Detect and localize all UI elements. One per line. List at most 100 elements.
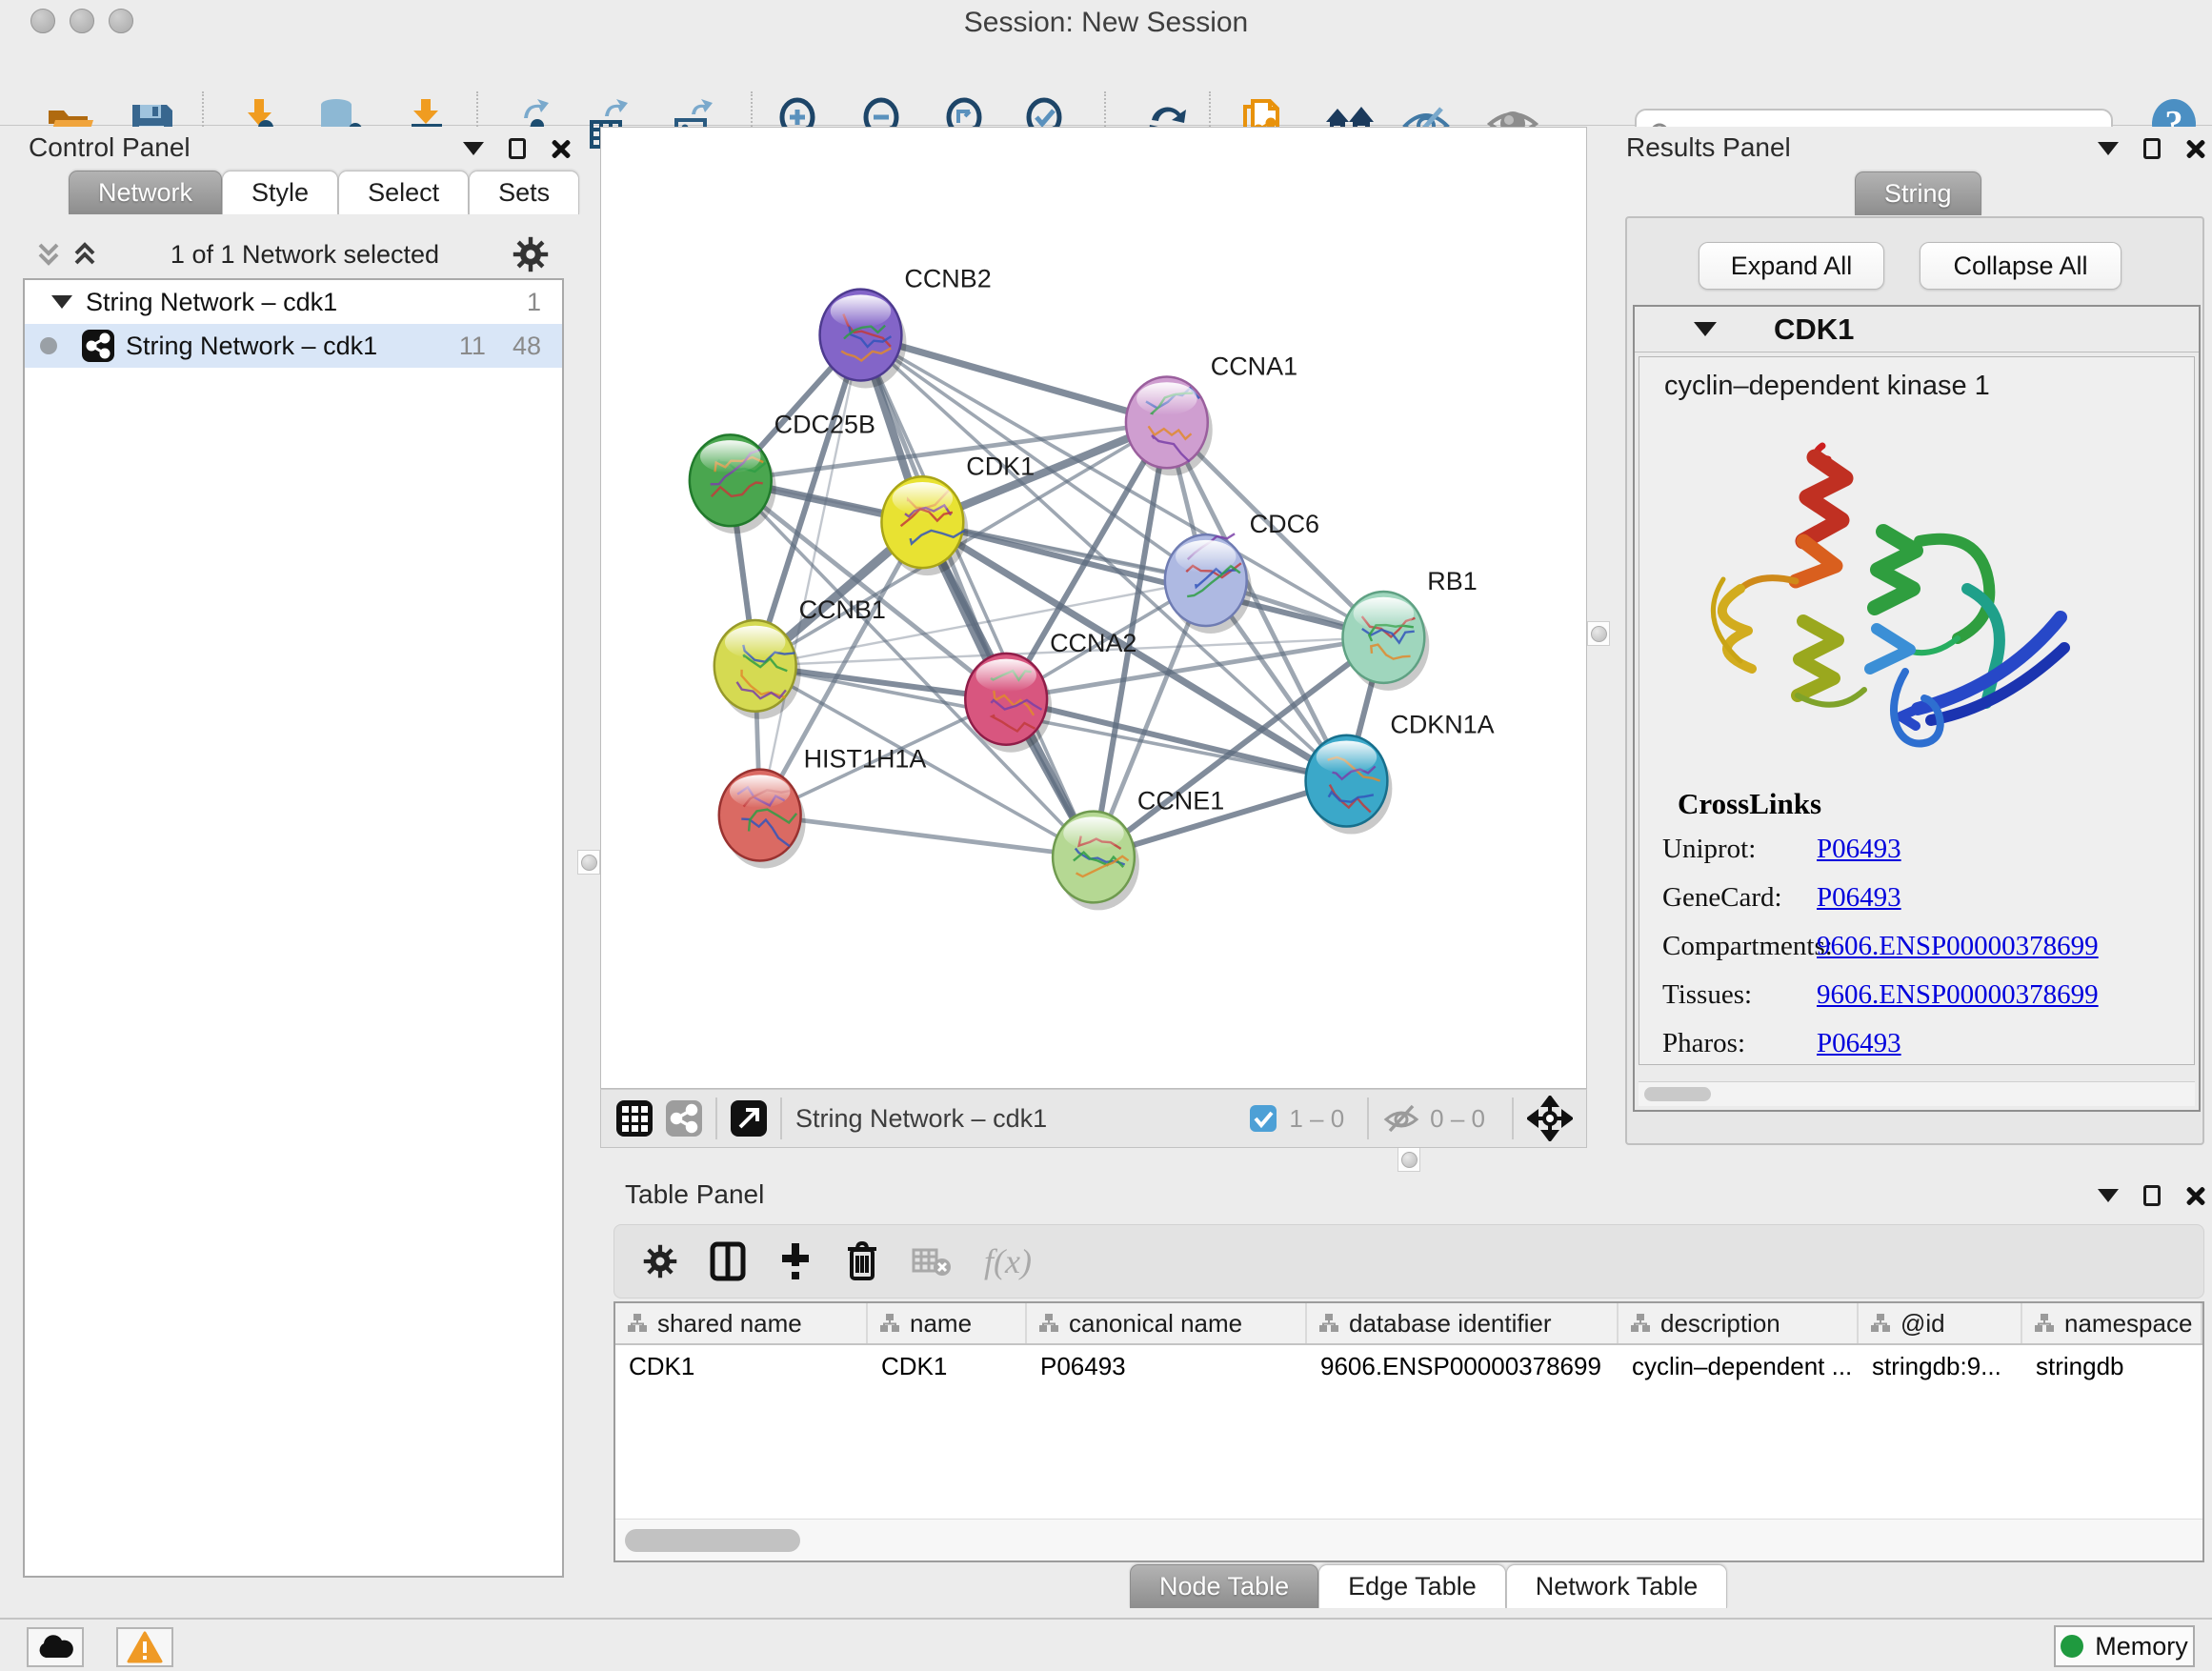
table-horizontal-scrollbar[interactable] (615, 1519, 2202, 1560)
column-header-canonical-name[interactable]: canonical name (1027, 1303, 1307, 1343)
results-panel: Results Panel String Expand All Collapse… (1619, 127, 2212, 1172)
column-header-description[interactable]: description (1619, 1303, 1859, 1343)
gear-icon[interactable] (643, 1244, 677, 1278)
add-column-icon[interactable] (778, 1241, 813, 1281)
bottom-splitter-grip[interactable] (1398, 1147, 1420, 1172)
network-node-HIST1H1A[interactable] (719, 770, 806, 869)
tree-collapse-icon[interactable] (51, 295, 72, 309)
crosslink-value-link[interactable]: P06493 (1817, 882, 1901, 914)
column-network-icon (1630, 1313, 1651, 1334)
tab-node-table[interactable]: Node Table (1130, 1564, 1318, 1608)
network-tree-child-row[interactable]: String Network – cdk1 11 48 (25, 324, 562, 368)
string-results-container: Expand All Collapse All CDK1 cyclin–depe… (1625, 216, 2204, 1145)
table-cell[interactable]: 9606.ENSP00000378699 (1307, 1345, 1619, 1387)
column-network-icon (1038, 1313, 1059, 1334)
table-cell[interactable]: CDK1 (615, 1345, 868, 1387)
window-title: Session: New Session (0, 7, 2212, 39)
section-collapse-icon[interactable] (1694, 322, 1717, 336)
crosslink-value-link[interactable]: P06493 (1817, 1028, 1901, 1059)
tab-sets[interactable]: Sets (469, 171, 579, 214)
table-row[interactable]: CDK1CDK1P064939606.ENSP00000378699cyclin… (615, 1345, 2202, 1387)
table-cell[interactable]: cyclin–dependent ... (1619, 1345, 1859, 1387)
network-edge[interactable] (760, 815, 1094, 857)
grid-view-icon[interactable] (616, 1100, 653, 1137)
expand-all-chevron-icon[interactable] (72, 241, 97, 268)
memory-button[interactable]: Memory (2054, 1625, 2195, 1667)
tab-network[interactable]: Network (69, 171, 222, 214)
tab-style[interactable]: Style (222, 171, 338, 214)
crosslink-row: Pharos:P06493 (1639, 1019, 2194, 1068)
network-canvas-svg[interactable]: CCNB2CCNA1CDC25BCDK1CDC6RB1CCNB1CCNA2CDK… (600, 127, 1587, 1089)
collapse-all-chevron-icon[interactable] (36, 241, 61, 268)
column-network-icon (1870, 1313, 1891, 1334)
share-view-icon[interactable] (666, 1100, 702, 1137)
expand-all-button[interactable]: Expand All (1699, 242, 1884, 290)
right-splitter-grip[interactable] (1587, 621, 1610, 646)
table-cell[interactable]: CDK1 (868, 1345, 1027, 1387)
panel-menu-icon[interactable] (2098, 142, 2119, 155)
column-header-shared-name[interactable]: shared name (615, 1303, 868, 1343)
network-edge[interactable] (860, 335, 1094, 857)
panel-menu-icon[interactable] (2098, 1189, 2119, 1202)
results-panel-title: Results Panel (1626, 132, 1791, 163)
panel-float-icon[interactable] (2143, 138, 2161, 159)
table-cell[interactable]: stringdb (2022, 1345, 2202, 1387)
panel-close-icon[interactable] (2185, 1185, 2206, 1206)
network-node-CCNB2[interactable] (820, 290, 907, 389)
tab-select[interactable]: Select (338, 171, 469, 214)
gear-icon[interactable] (513, 236, 549, 272)
network-tree-root-row[interactable]: String Network – cdk1 1 (25, 280, 562, 324)
table-cell[interactable]: stringdb:9... (1859, 1345, 2022, 1387)
table-cell[interactable]: P06493 (1027, 1345, 1307, 1387)
crosslinks-title: CrossLinks (1678, 787, 2194, 821)
network-status-dot (40, 337, 57, 354)
cloud-icon[interactable] (27, 1627, 84, 1667)
crosslink-value-link[interactable]: 9606.ENSP00000378699 (1817, 979, 2099, 1011)
panel-float-icon[interactable] (509, 138, 526, 159)
control-panel-title: Control Panel (29, 132, 191, 163)
selected-checkbox[interactable] (1249, 1104, 1277, 1133)
panel-menu-icon[interactable] (463, 142, 484, 155)
network-node-CCNA1[interactable] (1126, 376, 1213, 475)
panel-close-icon[interactable] (2185, 138, 2206, 159)
function-builder-icon[interactable]: f(x) (984, 1241, 1032, 1281)
column-header-id[interactable]: @id (1859, 1303, 2022, 1343)
columns-icon[interactable] (710, 1241, 746, 1281)
network-node-CDC25B[interactable] (690, 434, 776, 534)
move-crosshair-icon[interactable] (1527, 1096, 1573, 1141)
network-node-CCNE1[interactable] (1053, 812, 1139, 911)
crosslink-value-link[interactable]: 9606.ENSP00000378699 (1817, 931, 2099, 962)
network-node-CDK1[interactable] (881, 476, 968, 575)
panel-close-icon[interactable] (551, 138, 572, 159)
crosslink-value-link[interactable]: P06493 (1817, 834, 1901, 865)
open-in-window-icon[interactable] (731, 1100, 767, 1137)
network-view-title: String Network – cdk1 (795, 1104, 1047, 1134)
net-toolbar-separator (1367, 1097, 1369, 1139)
network-node-RB1[interactable] (1342, 592, 1429, 691)
column-header-label: canonical name (1069, 1309, 1242, 1339)
column-network-icon (627, 1313, 648, 1334)
table-toolbar: f(x) (613, 1224, 2204, 1299)
column-header-name[interactable]: name (868, 1303, 1027, 1343)
results-horizontal-scrollbar[interactable] (1639, 1081, 2195, 1106)
hidden-counts: 0 – 0 (1430, 1104, 1485, 1134)
tab-string[interactable]: String (1855, 171, 1981, 215)
tree-child-label: String Network – cdk1 (126, 332, 459, 361)
left-splitter-grip[interactable] (577, 850, 600, 875)
tab-network-table[interactable]: Network Table (1506, 1564, 1728, 1608)
network-node-CDC6[interactable] (1165, 534, 1252, 634)
network-node-CDKN1A[interactable] (1306, 735, 1393, 835)
column-header-namespace[interactable]: namespace (2022, 1303, 2202, 1343)
column-header-database-identifier[interactable]: database identifier (1307, 1303, 1619, 1343)
network-edge[interactable] (760, 335, 861, 815)
panel-float-icon[interactable] (2143, 1185, 2161, 1206)
delete-column-icon[interactable] (845, 1240, 879, 1282)
table-header-row: shared namename canonical name database id… (615, 1303, 2202, 1345)
network-node-label: CDC25B (774, 410, 875, 438)
cdk1-section: CDK1 cyclin–dependent kinase 1 (1633, 305, 2201, 1112)
warning-icon[interactable] (116, 1627, 173, 1667)
collapse-all-button[interactable]: Collapse All (1920, 242, 2122, 290)
tab-edge-table[interactable]: Edge Table (1318, 1564, 1506, 1608)
network-node-label: CCNB1 (799, 595, 886, 624)
delete-table-icon[interactable] (912, 1244, 952, 1278)
